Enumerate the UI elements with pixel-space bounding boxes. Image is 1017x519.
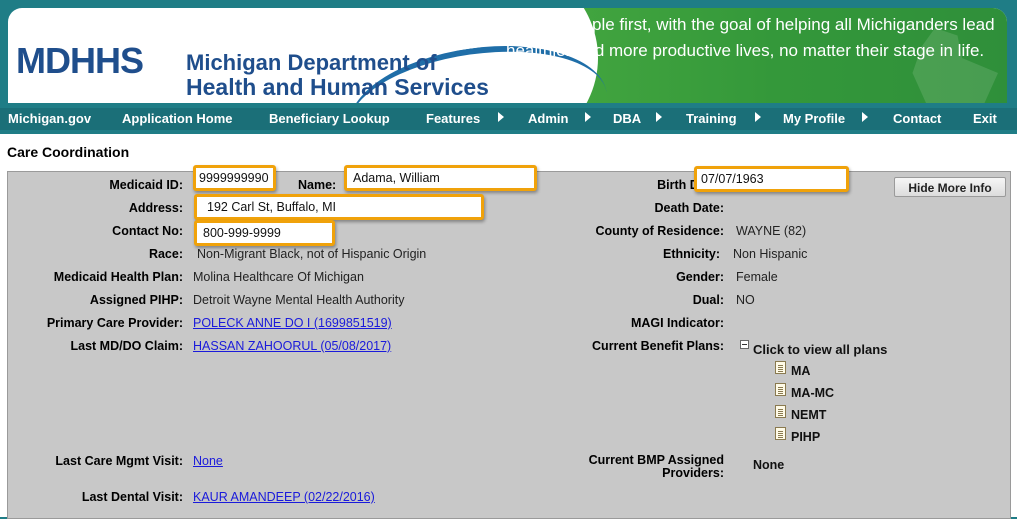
department-name: Michigan Department of Health and Human … (186, 50, 489, 100)
plan-item-pihp[interactable]: PIHP (791, 430, 820, 444)
plan-item-ma-mc[interactable]: MA-MC (791, 386, 834, 400)
collapse-tree-icon[interactable] (740, 340, 749, 349)
nav-training[interactable]: Training (686, 111, 737, 126)
primary-care-provider-label: Primary Care Provider: (46, 316, 183, 330)
beneficiary-info-panel: Hide More Info Medicaid ID: 9999999990 N… (7, 165, 1011, 519)
last-md-claim-link[interactable]: HASSAN ZAHOORUL (05/08/2017) (193, 339, 391, 353)
medicaid-id-label: Medicaid ID: (109, 178, 183, 192)
banner-tagline: Putting people first, with the goal of h… (506, 15, 995, 60)
address-label: Address: (128, 201, 183, 215)
dual-value: NO (736, 293, 755, 307)
last-dental-visit-link[interactable]: KAUR AMANDEEP (02/22/2016) (193, 490, 375, 504)
nav-beneficiary-lookup[interactable]: Beneficiary Lookup (269, 111, 390, 126)
current-bmp-value: None (753, 458, 785, 472)
assigned-pihp-value: Detroit Wayne Mental Health Authority (193, 293, 405, 307)
plan-document-icon (775, 405, 786, 418)
birth-date-value: 07/07/1963 (694, 166, 849, 192)
county-value: WAYNE (82) (736, 224, 807, 238)
name-value: Adama, William (344, 165, 537, 191)
page-title: Care Coordination (7, 144, 130, 160)
last-care-mgmt-link[interactable]: None (193, 454, 223, 468)
mdhhs-logo: MDHHS (16, 40, 144, 81)
dual-label: Dual: (692, 293, 724, 307)
department-name-line2: Health and Human Services (186, 74, 489, 100)
nav-features[interactable]: Features (426, 111, 480, 126)
magi-indicator-label: MAGI Indicator: (630, 316, 724, 330)
current-benefit-plans-label: Current Benefit Plans: (592, 339, 724, 353)
ethnicity-label: Ethnicity: (663, 247, 720, 261)
current-bmp-label-line2: Providers: (662, 466, 724, 480)
plan-document-icon (775, 383, 786, 396)
race-value: Non-Migrant Black, not of Hispanic Origi… (197, 247, 427, 261)
medicaid-id-value: 9999999990 (193, 165, 276, 191)
department-name-line1: Michigan Department of (186, 50, 437, 75)
name-label: Name: (298, 178, 337, 192)
county-label: County of Residence: (595, 224, 725, 238)
primary-care-provider-link[interactable]: POLECK ANNE DO I (1699851519) (193, 316, 392, 330)
main-content: Care Coordination Hide More Info Medicai… (0, 134, 1017, 519)
view-all-plans-toggle[interactable]: Click to view all plans (753, 342, 887, 357)
my-profile-arrow-icon (862, 112, 868, 122)
current-bmp-label-line1: Current BMP Assigned (588, 453, 724, 467)
plan-item-ma[interactable]: MA (791, 364, 810, 378)
nav-application-home[interactable]: Application Home (122, 111, 233, 126)
nav-exit[interactable]: Exit (973, 111, 997, 126)
header-banner: Putting people first, with the goal of h… (8, 8, 1007, 103)
death-date-label: Death Date: (654, 201, 724, 215)
race-label: Race: (148, 247, 183, 261)
hide-more-info-button[interactable]: Hide More Info (894, 177, 1006, 197)
ethnicity-value: Non Hispanic (733, 247, 808, 261)
plan-document-icon (775, 427, 786, 440)
nav-my-profile[interactable]: My Profile (783, 111, 845, 126)
contact-no-label: Contact No: (112, 224, 183, 238)
last-care-mgmt-label: Last Care Mgmt Visit: (55, 454, 183, 468)
features-arrow-icon (498, 112, 504, 122)
health-plan-value: Molina Healthcare Of Michigan (193, 270, 364, 284)
nav-michigan-gov[interactable]: Michigan.gov (8, 111, 91, 126)
nav-admin[interactable]: Admin (528, 111, 568, 126)
gender-value: Female (736, 270, 778, 284)
last-md-claim-label: Last MD/DO Claim: (70, 339, 183, 353)
nav-dba[interactable]: DBA (613, 111, 641, 126)
current-bmp-label: Current BMP Assigned Providers: (589, 454, 724, 480)
nav-contact[interactable]: Contact (893, 111, 941, 126)
health-plan-label: Medicaid Health Plan: (53, 270, 183, 284)
app-window: Putting people first, with the goal of h… (0, 0, 1017, 519)
dba-arrow-icon (656, 112, 662, 122)
contact-no-value: 800-999-9999 (194, 220, 335, 246)
admin-arrow-icon (585, 112, 591, 122)
assigned-pihp-label: Assigned PIHP: (89, 293, 183, 307)
last-dental-visit-label: Last Dental Visit: (81, 490, 183, 504)
address-value: 192 Carl St, Buffalo, MI (194, 194, 484, 220)
training-arrow-icon (755, 112, 761, 122)
main-nav: Michigan.gov Application Home Beneficiar… (0, 108, 1017, 130)
plan-document-icon (775, 361, 786, 374)
plan-item-nemt[interactable]: NEMT (791, 408, 826, 422)
gender-label: Gender: (676, 270, 724, 284)
